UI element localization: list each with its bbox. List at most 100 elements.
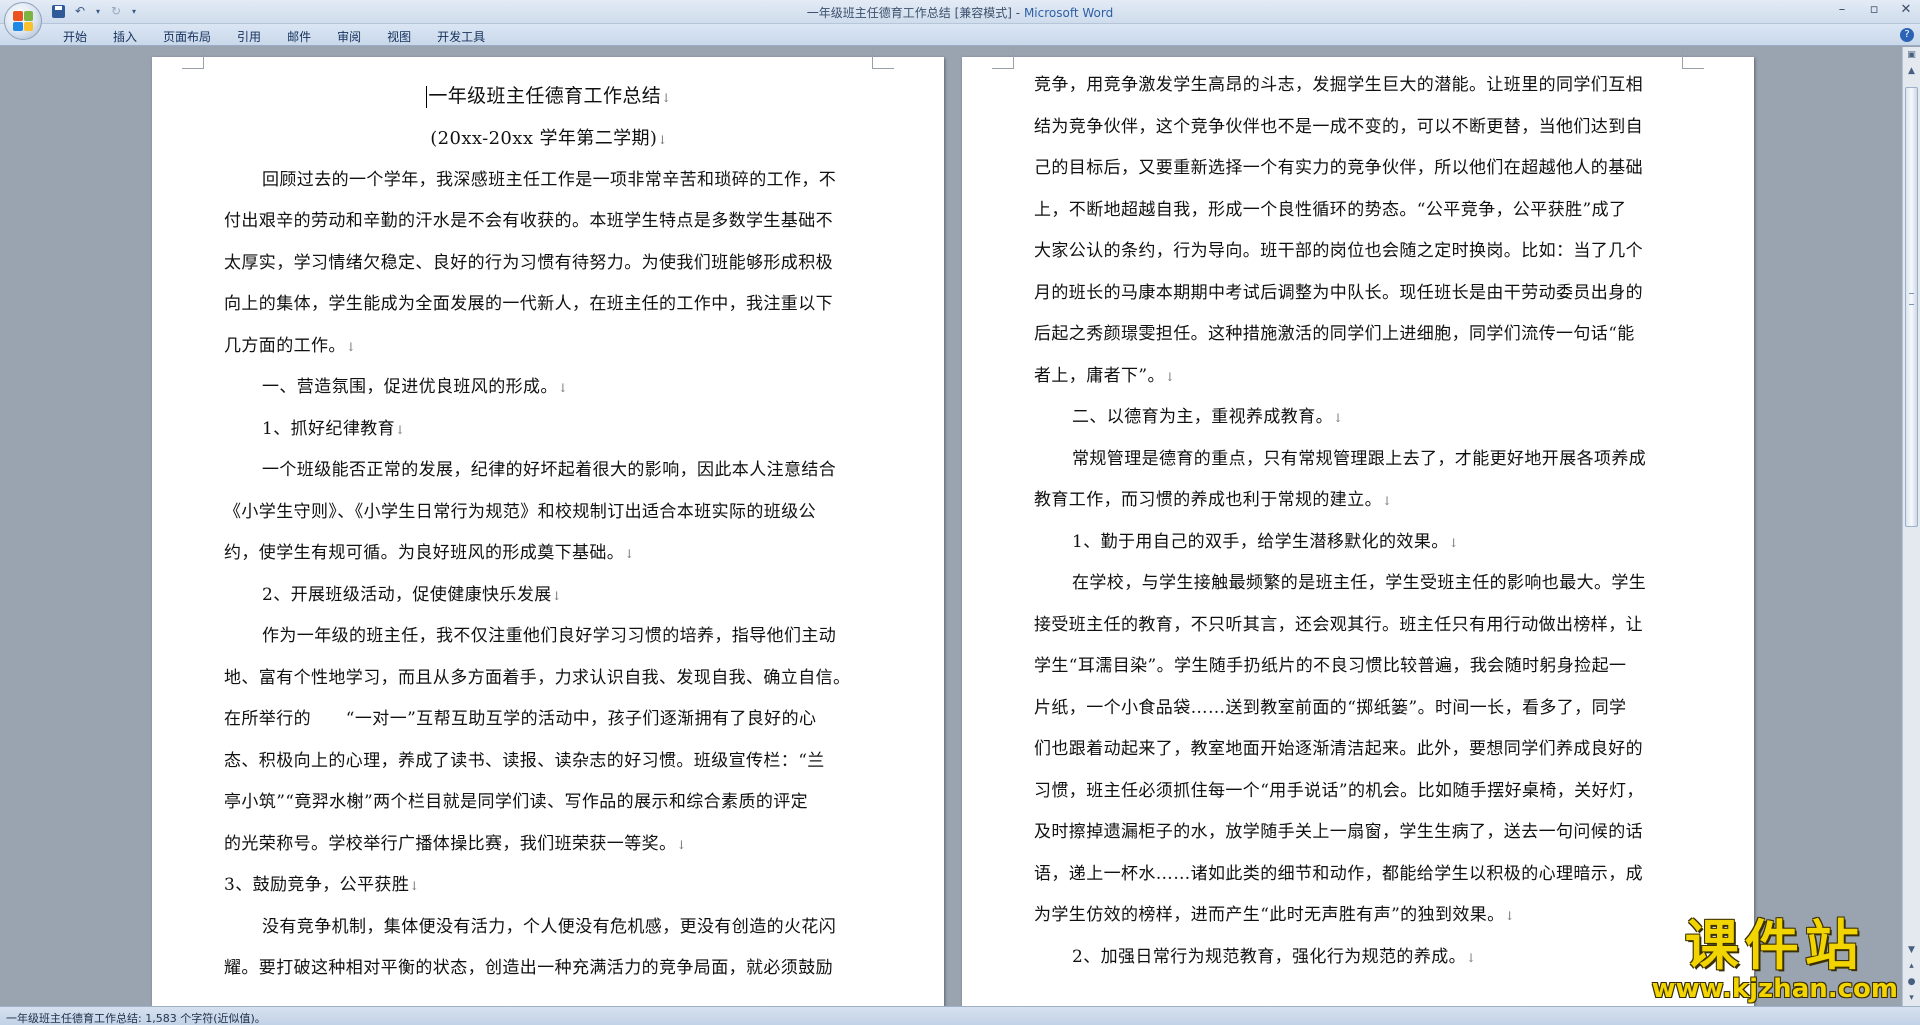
tab-mailings[interactable]: 邮件 [274,28,324,45]
text-line: 学生“耳濡目染”。学生随手扔纸片的不良习惯比较普遍，我会随时躬身捡起一 [1034,646,1684,688]
watermark-logo: 课件站 www.kjzhan.com [1651,914,1898,1004]
line-text: 二、以德育为主，重视养成教育。 [1072,407,1333,427]
vertical-scrollbar[interactable]: ▣ ▲ ▼ ▴ ● ▾ [1902,47,1920,1006]
title-separator: - [1011,6,1024,20]
page-2-text: 竞争，用竞争激发学生高昂的斗志，发掘学生巨大的潜能。让班里的同学们互相 结为竞争伙… [1034,65,1684,978]
paragraph-mark: ↓ [676,837,687,852]
line-text: 1、勤于用自己的双手，给学生潜移默化的效果。 [1072,531,1449,552]
line-text: 结为竞争伙伴，这个竞争伙伴也不是一成不变的，可以不断更替，当他们达到自 [1034,116,1643,137]
next-page-icon[interactable]: ▾ [1903,990,1920,1006]
paragraph-mark: ↓ [624,547,635,561]
text-line: 作为一年级的班主任，我不仅注重他们良好学习习惯的培养，指导他们主动 [224,616,874,658]
text-line: 大家公认的条约，行为导向。班干部的岗位也会随之定时换岗。比如：当了几个 [1034,231,1684,273]
text-line: 二、以德育为主，重视养成教育。↓ [1034,397,1684,439]
line-text: 教育工作，而习惯的养成也利于常规的建立。 [1034,490,1382,510]
line-text: 太厚实，学习情绪欠稳定、良好的行为习惯有待努力。为使我们班能够形成积极 [224,252,833,273]
scrollbar-thumb[interactable] [1905,87,1918,527]
paragraph-mark: ↓ [409,879,420,893]
close-icon[interactable]: ✕ [1898,2,1914,17]
text-line: 2、加强日常行为规范教育，强化行为规范的养成。↓ [1034,937,1684,979]
paragraph-mark: ↓ [1164,369,1176,384]
scroll-down-icon[interactable]: ▼ [1903,942,1920,958]
line-text: 们也跟着动起来了，教室地面开始逐渐清洁起来。此外，要想同学们养成良好的 [1034,739,1643,759]
tab-references[interactable]: 引用 [224,28,274,45]
watermark-url: www.kjzhan.com [1651,974,1898,1004]
line-text: 耀。要打破这种相对平衡的状态，创造出一种充满活力的竞争局面，就必须鼓励 [224,958,833,978]
paragraph-mark: ↓ [557,381,569,395]
line-text: 己的目标后，又要重新选择一个有实力的竞争伙伴，所以他们在超越他人的基础 [1034,158,1643,178]
text-line: 3、鼓励竞争，公平获胜↓ [224,865,874,907]
text-line: 常规管理是德育的重点，只有常规管理跟上去了，才能更好地开展各项养成 [1034,439,1684,481]
document-page-2[interactable]: 竞争，用竞争激发学生高昂的斗志，发掘学生巨大的潜能。让班里的同学们互相 结为竞争伙… [962,47,1754,1006]
text-line: 后起之秀颜璟雯担任。这种措施激活的同学们上进细胞，同学们流传一句话“能 [1034,314,1684,356]
line-text: 学生“耳濡目染”。学生随手扔纸片的不良习惯比较普遍，我会随时躬身捡起一 [1034,656,1627,676]
minimize-icon[interactable]: – [1834,2,1850,17]
ruler-toggle-icon[interactable]: ▣ [1903,47,1920,63]
ribbon-tabs: 开始 插入 页面布局 引用 邮件 审阅 视图 开发工具 [50,28,498,45]
word-count-status[interactable]: 一年级班主任德育工作总结: 1,583 个字符(近似值)。 [6,1010,266,1025]
help-icon[interactable]: ? [1900,28,1914,42]
text-line: 为学生仿效的榜样，进而产生“此时无声胜有声”的独到效果。↓ [1034,895,1684,937]
scroll-up-icon[interactable]: ▲ [1903,63,1920,79]
text-line: 回顾过去的一个学年，我深感班主任工作是一项非常辛苦和琐碎的工作，不 [224,160,874,202]
text-line: 上，不断地超越自我，形成一个良性循环的势态。“公平竞争，公平获胜”成了 [1034,190,1684,232]
margin-corner-mark [182,47,204,69]
text-line: 在学校，与学生接触最频繁的是班主任，学生受班主任的影响也最大。学生 [1034,563,1684,605]
line-text: 月的班长的马康本期期中考试后调整为中队长。现任班长是由干劳动委员出身的 [1034,282,1643,303]
maximize-icon[interactable]: ▫ [1866,2,1882,17]
text-line: 约，使学生有规可循。为良好班风的形成奠下基础。↓ [224,533,874,575]
tab-home[interactable]: 开始 [50,28,100,45]
text-line: 竞争，用竞争激发学生高昂的斗志，发掘学生巨大的潜能。让班里的同学们互相 [1034,65,1684,107]
line-text: 3、鼓励竞争，公平获胜 [224,875,410,895]
page-1-text: 一年级班主任德育工作总结↓ (20xx-20xx 学年第二学期)↓ 回顾过去的一… [224,74,874,990]
line-text: 亭小筑”“竟羿水榭”两个栏目就是同学们读、写作品的展示和综合素质的评定 [224,792,809,812]
text-line: 1、勤于用自己的双手，给学生潜移默化的效果。↓ [1034,522,1684,564]
tab-insert[interactable]: 插入 [100,28,150,45]
line-text: 竞争，用竞争激发学生高昂的斗志，发掘学生巨大的潜能。让班里的同学们互相 [1034,75,1643,95]
line-text: 回顾过去的一个学年，我深感班主任工作是一项非常辛苦和琐碎的工作，不 [262,169,837,190]
text-line: 接受班主任的教育，不只听其言，还会观其行。班主任只有用行动做出榜样，让 [1034,605,1684,647]
line-text: 约，使学生有规可循。为良好班风的形成奠下基础。 [224,543,625,563]
line-text: 者上，庸者下”。 [1034,365,1165,386]
window-controls: – ▫ ✕ [1834,2,1914,17]
line-text: 2、加强日常行为规范教育，强化行为规范的养成。 [1072,946,1467,967]
text-line: 月的班长的马康本期期中考试后调整为中队长。现任班长是由干劳动委员出身的 [1034,273,1684,315]
paragraph-mark: ↓ [1466,950,1477,965]
text-line: 己的目标后，又要重新选择一个有实力的竞争伙伴，所以他们在超越他人的基础 [1034,148,1684,190]
line-text: 上，不断地超越自我，形成一个良性循环的势态。“公平竞争，公平获胜”成了 [1034,199,1627,220]
paragraph-mark: ↓ [345,339,357,354]
document-page-1[interactable]: 一年级班主任德育工作总结↓ (20xx-20xx 学年第二学期)↓ 回顾过去的一… [152,47,944,1006]
line-text: 一、营造氛围，促进优良班风的形成。 [262,377,558,397]
tab-view[interactable]: 视图 [374,28,424,45]
text-line: 们也跟着动起来了，教室地面开始逐渐清洁起来。此外，要想同学们养成良好的 [1034,729,1684,771]
paragraph-mark: ↓ [657,133,668,147]
office-button[interactable] [4,2,42,40]
page-1-body: 回顾过去的一个学年，我深感班主任工作是一项非常辛苦和琐碎的工作，不付出艰辛的劳动… [224,160,874,990]
title-bar: ↶ ▾ ↻ ▾ 一年级班主任德育工作总结 [兼容模式] - Microsoft … [0,0,1920,24]
line-text: 付出艰辛的劳动和辛勤的汗水是不会有收获的。本班学生特点是多数学生基础不 [224,211,833,231]
line-text: 1、抓好纪律教育 [262,418,396,439]
line-text: 的光荣称号。学校举行广播体操比赛，我们班荣获一等奖。 [224,833,677,854]
text-line: 2、开展班级活动，促使健康快乐发展↓ [224,575,874,617]
line-text: 在所举行的 “一对一”互帮互助互学的活动中，孩子们逐渐拥有了良好的心 [224,709,817,729]
line-text: 《小学生守则》、《小学生日常行为规范》和校规制订出适合本班实际的班级公 [224,501,816,522]
line-text: 态、积极向上的心理，养成了读书、读报、读杂志的好习惯。班级宣传栏：“兰 [224,750,825,771]
scroll-nav-buttons: ▼ ▴ ● ▾ [1903,942,1920,1006]
line-text: 地、富有个性地学习，而且从多方面着手，力求认识自我、发现自我、确立自信。 [224,667,851,688]
text-line: 态、积极向上的心理，养成了读书、读报、读杂志的好习惯。班级宣传栏：“兰 [224,741,874,783]
line-text: 常规管理是德育的重点，只有常规管理跟上去了，才能更好地开展各项养成 [1072,448,1647,469]
tab-page-layout[interactable]: 页面布局 [150,28,224,45]
watermark-text: 课件站 [1684,914,1865,977]
document-subtitle: (20xx-20xx 学年第二学期) [430,128,658,149]
tab-developer[interactable]: 开发工具 [424,28,498,45]
text-line: 在所举行的 “一对一”互帮互助互学的活动中，孩子们逐渐拥有了良好的心 [224,699,874,741]
document-subtitle-line: (20xx-20xx 学年第二学期)↓ [224,118,874,160]
browse-object-icon[interactable]: ● [1903,974,1920,990]
text-line: 向上的集体，学生能成为全面发展的一代新人，在班主任的工作中，我注重以下 [224,284,874,326]
paragraph-mark: ↓ [551,588,563,603]
line-text: 习惯，班主任必须抓住每一个“用手说话”的机会。比如随手摆好桌椅，关好灯， [1034,780,1644,801]
previous-page-icon[interactable]: ▴ [1903,958,1920,974]
tab-review[interactable]: 审阅 [324,28,374,45]
paragraph-mark: ↓ [1504,909,1516,923]
line-text: 向上的集体，学生能成为全面发展的一代新人，在班主任的工作中，我注重以下 [224,294,833,314]
